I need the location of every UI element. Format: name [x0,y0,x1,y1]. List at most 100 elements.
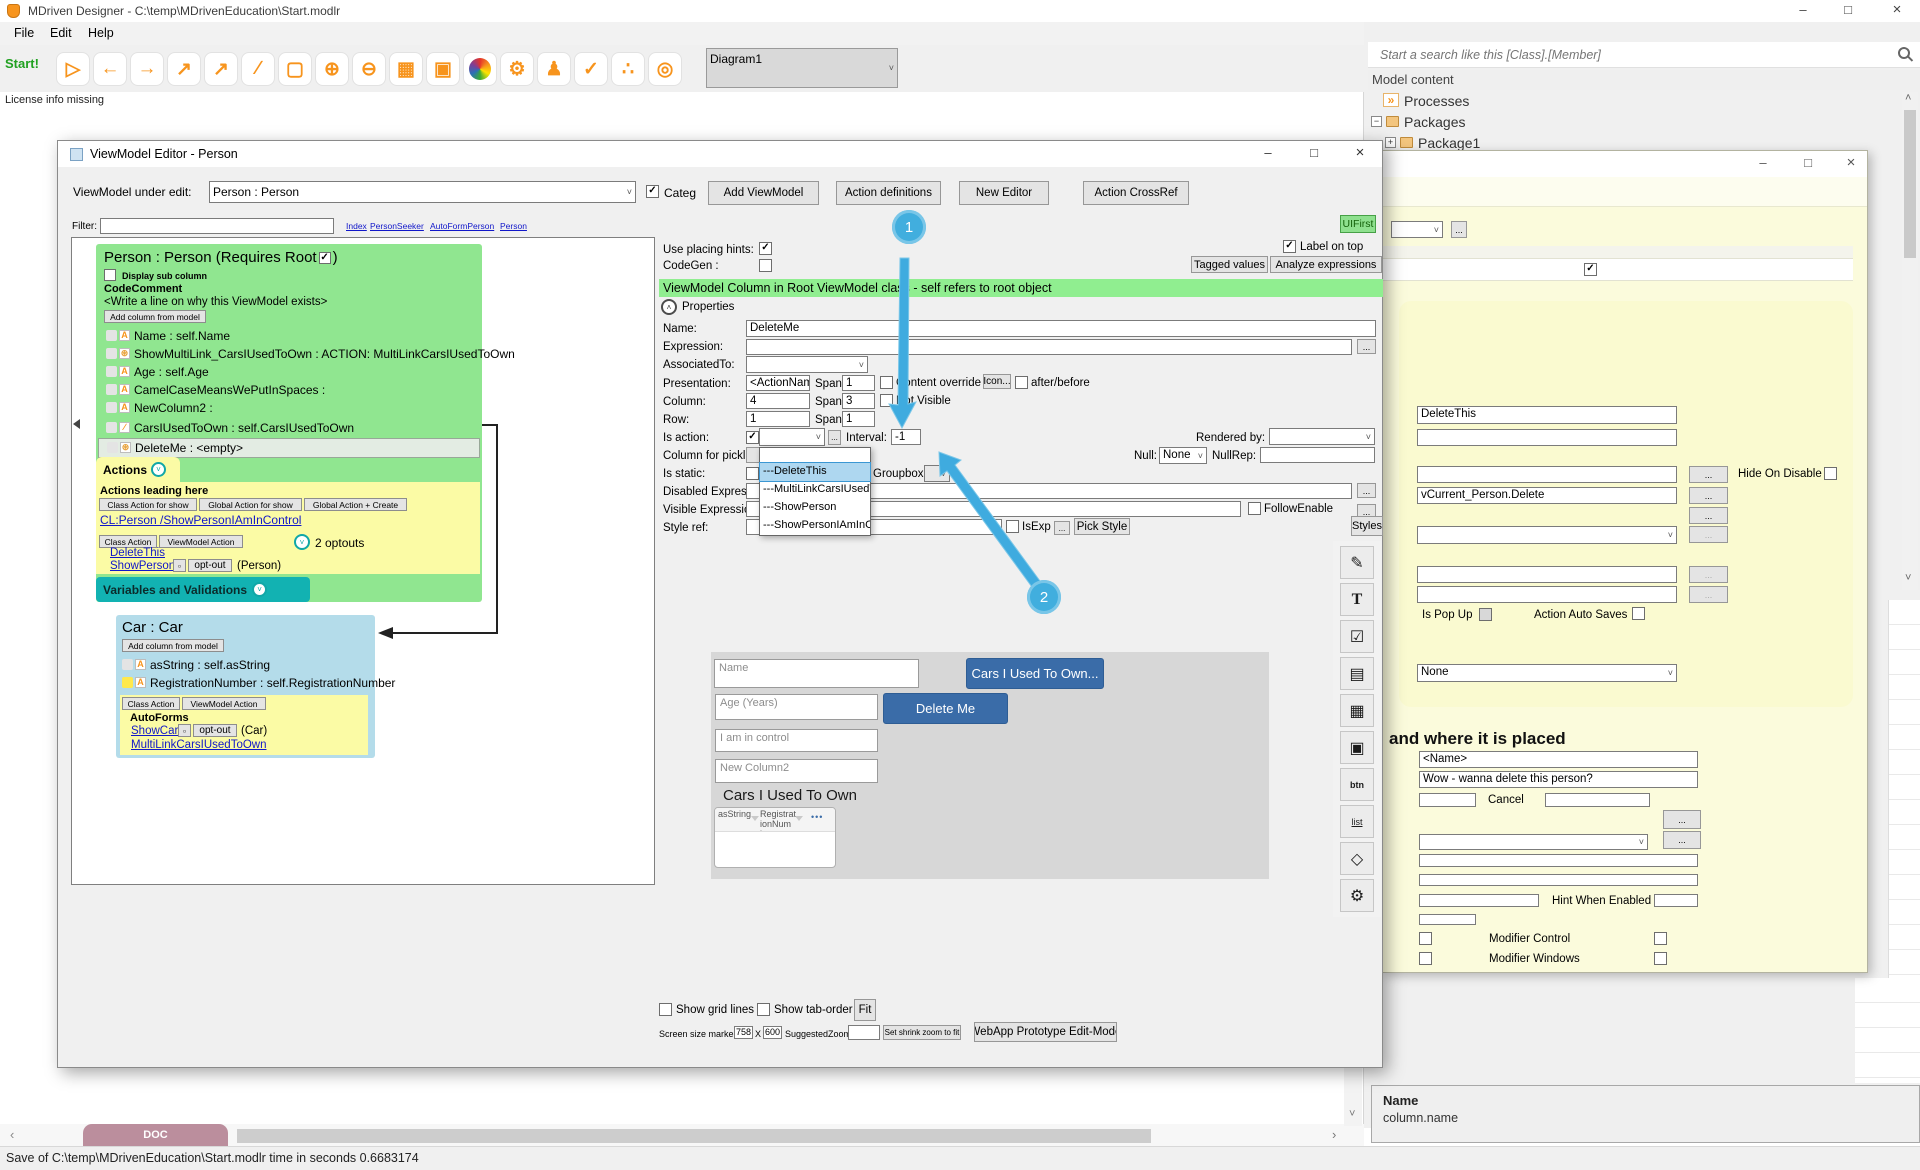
checkbox-control-icon[interactable]: ☑ [1340,620,1374,653]
dropdown-item-multilink[interactable]: ---MultiLinkCarsIUsedToOwn [760,481,870,499]
cube-control-icon[interactable]: ◇ [1340,842,1374,875]
add-column-button[interactable]: Add column from model [122,639,224,652]
window-settings-control-icon[interactable]: ⚙ [1340,879,1374,912]
show-tab-order-checkbox[interactable] [757,1003,770,1016]
fit-button[interactable]: Fit [854,999,876,1021]
validate-icon[interactable]: ✓ [574,52,608,86]
tab-scroll-left-icon[interactable]: ‹ [10,1127,14,1142]
filter-link-personseeker[interactable]: PersonSeeker [370,221,424,231]
action-name-field[interactable]: DeleteThis [1417,406,1677,424]
is-pop-up-checkbox[interactable] [1479,608,1492,621]
action-crossref-button[interactable]: Action CrossRef [1083,181,1189,205]
new-editor-button[interactable]: New Editor [959,181,1049,205]
action-field-9[interactable] [1654,894,1698,907]
delete-this-link[interactable]: DeleteThis [110,547,165,559]
viewmodel-action-button[interactable]: ViewModel Action [182,697,266,710]
menu-file[interactable]: File [14,26,34,40]
settings-gears-icon[interactable]: ⚙ [500,52,534,86]
preview-control-field[interactable]: I am in control [715,729,878,752]
column-row-registrationnumber[interactable]: A RegistrationNumber : self.Registration… [120,675,368,692]
nullrep-input[interactable] [1260,447,1375,463]
label-on-top-checkbox[interactable] [1283,240,1296,253]
action-small-field-3[interactable] [1419,914,1476,925]
requires-root-checkbox[interactable] [319,252,331,264]
action-small-field-2[interactable] [1545,793,1650,807]
is-static-checkbox[interactable] [746,467,759,480]
tree-scrollbar-thumb[interactable] [1904,110,1916,258]
row-span-input[interactable]: 1 [842,411,875,427]
action-select-1[interactable] [1417,526,1677,544]
window-close-button[interactable]: × [1839,154,1863,171]
presentation-input[interactable]: <ActionName> [746,375,810,391]
disabled-expression-ellipsis-button[interactable]: ... [1357,483,1376,498]
screen-width-input[interactable]: 758 [734,1026,753,1039]
show-person-link[interactable]: ShowPerson [110,560,175,572]
dialog-close-button[interactable]: × [1345,144,1375,161]
column-input[interactable]: 4 [746,393,810,409]
groupbox-select[interactable] [924,465,950,482]
modifier-checkbox-3[interactable] [1419,952,1432,965]
window-maximize-button[interactable]: □ [1796,155,1820,170]
preview-cars-button[interactable]: Cars I Used To Own... [966,658,1104,689]
ellipsis-button[interactable]: ... [1663,810,1701,829]
tree-item-processes[interactable]: » Processes [1383,92,1883,112]
text-control-icon[interactable]: T [1340,583,1374,616]
filter-input[interactable] [100,218,334,234]
scroll-down-icon[interactable]: ˅ [1905,572,1911,584]
select-window-icon[interactable]: ▢ [278,52,312,86]
filter-funnel-icon[interactable] [751,816,759,821]
diagram-select[interactable]: Diagram1 [706,48,898,88]
dialog-minimize-button[interactable]: – [1253,145,1283,160]
expand-icon[interactable]: + [1385,137,1396,148]
action-row-checkbox[interactable] [1584,263,1597,276]
association-arrow-icon[interactable]: ↗ [167,52,201,86]
column-row-deleteme-selected[interactable]: ⊛ DeleteMe : <empty> [98,438,480,458]
action-grid-row[interactable] [1383,259,1853,281]
column-row-age[interactable]: A Age : self.Age [104,364,476,382]
preview-name-field[interactable]: Name [714,659,919,688]
window-restore-button[interactable]: □ [1833,2,1863,20]
modifier-checkbox-1[interactable] [1419,932,1432,945]
categ-checkbox[interactable] [646,185,659,198]
ellipsis-button[interactable]: ... [1689,507,1728,524]
dropdown-item-empty[interactable] [760,448,870,463]
window-minimize-button[interactable]: – [1751,155,1775,170]
is-action-ellipsis-button[interactable]: ... [828,430,841,445]
filter-link-autoformperson[interactable]: AutoFormPerson [430,221,494,231]
action-field-3[interactable] [1417,466,1677,483]
multilink-link[interactable]: MultiLinkCarsIUsedToOwn [131,739,267,751]
content-override-checkbox[interactable] [880,376,893,389]
show-car-link[interactable]: ShowCar [131,725,178,737]
chevron-down-icon[interactable]: ˅ [151,462,166,477]
preview-grid[interactable]: asString RegistrationNumber ••• [714,807,836,868]
column-row-camelcase[interactable]: A CamelCaseMeansWePutInSpaces : [104,382,476,400]
generalization-arrow-icon[interactable]: ↗ [204,52,238,86]
run-window-icon[interactable]: ▣ [426,52,460,86]
zoom-out-icon[interactable]: ⊖ [352,52,386,86]
add-column-button[interactable]: Add column from model [104,310,206,323]
grid-column-registrationnumber[interactable]: RegistrationNumber [760,809,796,831]
button-control-icon[interactable]: btn [1340,768,1374,801]
menu-help[interactable]: Help [88,26,114,40]
tree-item-packages[interactable]: − Packages [1371,113,1883,133]
action-confirm-field[interactable]: Wow - wanna delete this person? [1419,771,1698,788]
action-select-2[interactable] [1419,834,1648,850]
opt-out-button[interactable]: opt-out [193,724,237,737]
dialog-maximize-button[interactable]: □ [1299,145,1329,160]
action-caption-field[interactable]: <Name> [1419,751,1698,768]
run-icon[interactable]: ▷ [56,52,90,86]
associatedto-select[interactable] [746,356,868,373]
isexp-checkbox[interactable] [1006,520,1019,533]
action-field-2[interactable] [1417,429,1677,446]
interval-input[interactable]: -1 [891,429,921,445]
combobox-control-icon[interactable]: ▤ [1340,657,1374,690]
global-action-create-button[interactable]: Global Action + Create [304,498,407,511]
action-field-7[interactable] [1419,874,1698,886]
add-viewmodel-button[interactable]: Add ViewModel [708,181,819,205]
action-expression-field[interactable]: vCurrent_Person.Delete [1417,487,1677,504]
vm-under-edit-select[interactable]: Person : Person [209,181,636,203]
global-action-for-show-button[interactable]: Global Action for show [199,498,302,511]
edit-control-icon[interactable]: ✎ [1340,546,1374,579]
spiral-icon[interactable]: ◎ [648,52,682,86]
column-span-input[interactable]: 3 [842,393,875,409]
